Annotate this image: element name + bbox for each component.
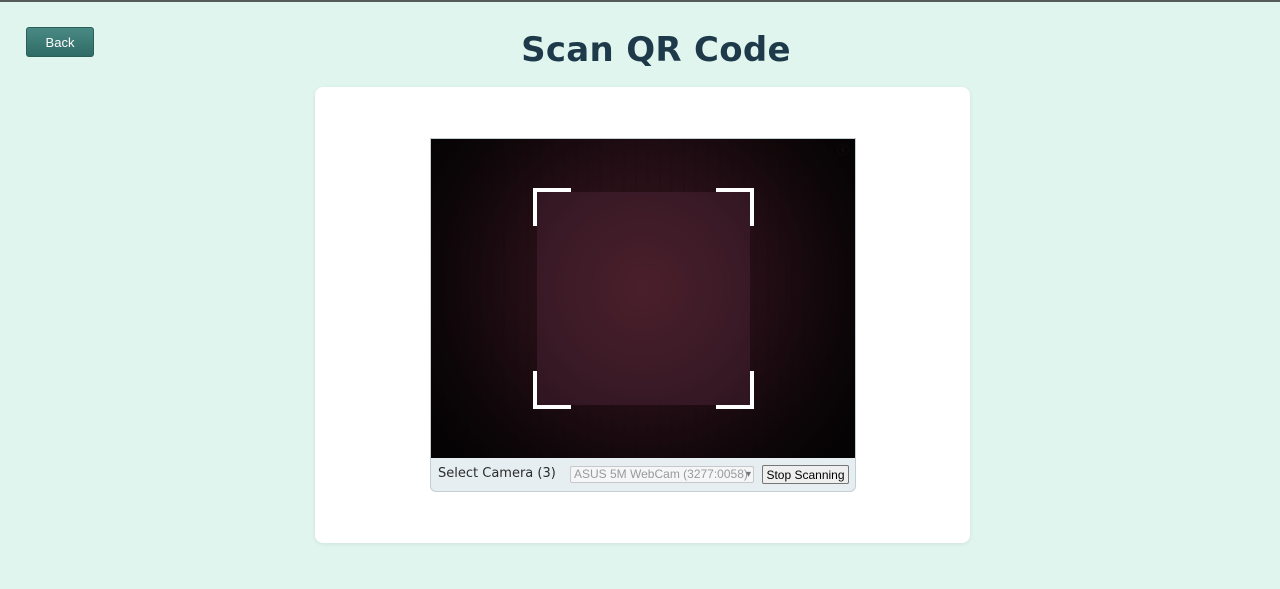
info-icon[interactable]: ⓘ (836, 143, 850, 157)
page-title: Scan QR Code (521, 30, 791, 70)
chevron-down-icon: ▾ (745, 469, 751, 480)
qr-scanner: ⓘ Select Camera (3) ASUS 5M WebCam (3277… (430, 138, 856, 492)
camera-select-value: ASUS 5M WebCam (3277:0058) (574, 467, 748, 481)
camera-select[interactable]: ASUS 5M WebCam (3277:0058) ▾ (570, 466, 754, 483)
scan-corner-bottom-left (533, 371, 571, 409)
camera-video: ⓘ (431, 139, 855, 458)
scan-corner-top-right (716, 188, 754, 226)
scan-corner-top-left (533, 188, 571, 226)
top-rule (0, 0, 1280, 2)
stop-scanning-button[interactable]: Stop Scanning (762, 465, 849, 484)
scan-corner-bottom-right (716, 371, 754, 409)
scanner-controls: Select Camera (3) ASUS 5M WebCam (3277:0… (431, 458, 855, 491)
select-camera-label: Select Camera (3) (438, 466, 556, 481)
